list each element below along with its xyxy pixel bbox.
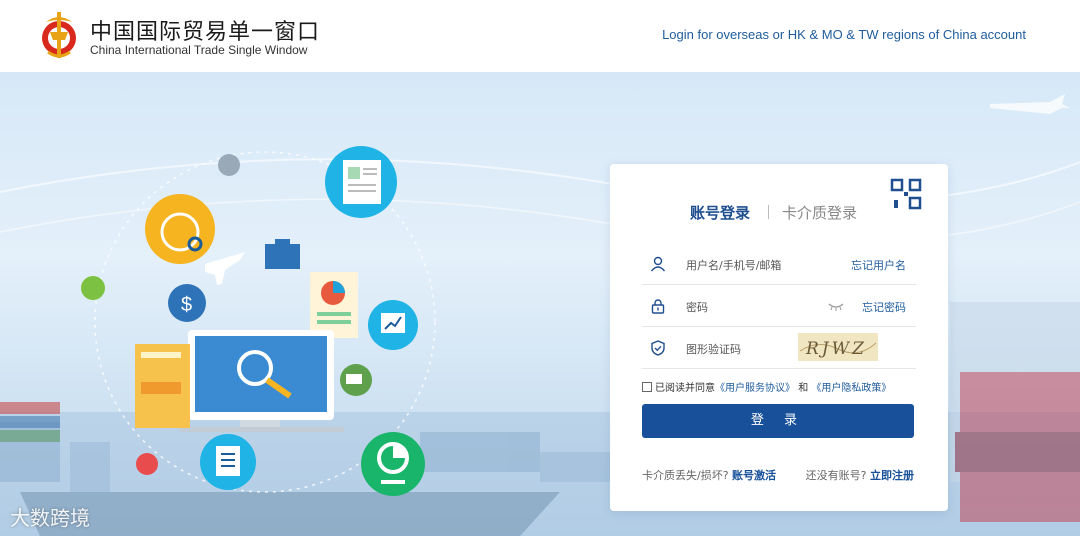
service-agreement-link[interactable]: 《用户服务协议》	[715, 383, 795, 394]
forgot-username-link[interactable]: 忘记用户名	[851, 257, 906, 273]
agree-and: 和	[798, 383, 809, 394]
card-lost-row: 卡介质丢失/损坏? 账号激活	[642, 467, 776, 483]
activate-account-link[interactable]: 账号激活	[732, 469, 776, 482]
brand-title-cn: 中国国际贸易单一窗口	[90, 20, 321, 45]
captcha-placeholder: 图形验证码	[686, 343, 741, 356]
captcha-image[interactable]: RJWZ	[798, 333, 878, 361]
privacy-policy-link[interactable]: 《用户隐私政策》	[811, 383, 891, 394]
password-field[interactable]: 密码 忘记密码	[642, 285, 916, 327]
watermark-text: 大数跨境	[10, 506, 90, 530]
overseas-login-link[interactable]: Login for overseas or HK & MO & TW regio…	[662, 27, 1026, 42]
shield-check-icon	[651, 340, 665, 356]
tab-divider	[768, 205, 769, 219]
register-link[interactable]: 立即注册	[870, 469, 914, 482]
username-field[interactable]: 用户名/手机号/邮箱 忘记用户名	[642, 243, 916, 285]
brand-title-en: China International Trade Single Window	[90, 43, 308, 57]
login-button[interactable]: 登 录	[642, 404, 914, 438]
agreement-row: 已阅读并同意《用户服务协议》 和 《用户隐私政策》	[642, 379, 891, 394]
qr-code-switch-icon[interactable]	[890, 178, 926, 214]
tab-account-login[interactable]: 账号登录	[690, 202, 750, 223]
agree-prefix: 已阅读并同意	[655, 383, 715, 394]
hide-password-icon[interactable]	[828, 301, 844, 311]
captcha-field[interactable]: 图形验证码 RJWZ	[642, 327, 916, 369]
captcha-text: RJWZ	[805, 339, 867, 359]
user-icon	[650, 256, 666, 272]
forgot-password-link[interactable]: 忘记密码	[862, 299, 906, 315]
top-header: 中国国际贸易单一窗口 China International Trade Sin…	[0, 0, 1080, 72]
password-placeholder: 密码	[686, 301, 708, 314]
tab-card-login[interactable]: 卡介质登录	[782, 202, 857, 223]
agree-checkbox[interactable]	[642, 382, 652, 392]
svg-text:$: $	[181, 294, 192, 316]
username-placeholder: 用户名/手机号/邮箱	[686, 259, 782, 272]
register-row: 还没有账号? 立即注册	[806, 467, 914, 483]
card-lost-text: 卡介质丢失/损坏?	[642, 469, 729, 482]
lock-icon	[651, 299, 665, 314]
no-account-text: 还没有账号?	[805, 469, 867, 482]
logo-icon	[42, 12, 76, 58]
login-card: 账号登录 卡介质登录 用户名/手机号/邮箱 忘记用户名 密码 忘记密码 图形验证…	[610, 164, 948, 511]
